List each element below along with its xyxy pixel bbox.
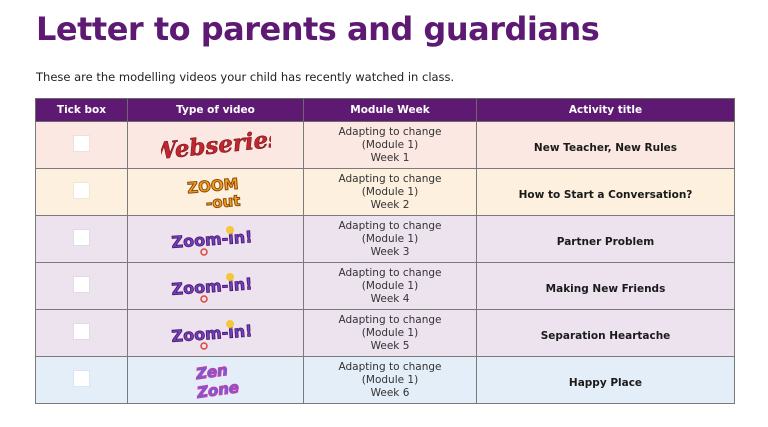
week-label: Week 4 [370,292,410,305]
webseries-logo: Webseries [161,126,271,164]
tick-checkbox[interactable] [74,135,89,151]
activity-cell: Making New Friends [476,262,735,310]
table-row: Zoom-in! Adapting to change (Module 1) W… [35,215,735,263]
activity-cell: How to Start a Conversation? [476,168,735,216]
activity-title: Happy Place [568,376,643,389]
intro-text: These are the modelling videos your chil… [36,70,455,84]
module-number: (Module 1) [361,185,419,198]
activity-title: New Teacher, New Rules [533,141,678,154]
activity-title: How to Start a Conversation? [518,188,693,201]
zoom-in-logo: Zoom-in! [170,273,253,303]
zoom-in-logo: Zoom-in! [170,226,253,256]
tick-cell [35,121,128,169]
tick-checkbox[interactable] [74,182,89,198]
activity-title: Separation Heartache [540,329,671,342]
column-header-type: Type of video [127,98,304,122]
module-number: (Module 1) [361,138,419,151]
table-row: Zoom-in! Adapting to change (Module 1) W… [35,309,735,357]
module-number: (Module 1) [361,232,419,245]
activity-cell: Separation Heartache [476,309,735,357]
module-number: (Module 1) [361,326,419,339]
activity-title: Partner Problem [556,235,655,248]
page-title: Letter to parents and guardians [36,10,600,48]
module-week-cell: Adapting to change (Module 1) Week 4 [303,262,477,310]
activity-cell: Partner Problem [476,215,735,263]
video-type-cell: ZOOM -out [127,168,304,216]
week-label: Week 1 [370,151,410,164]
tick-cell [35,309,128,357]
table-header-row: Tick box Type of video Module Week Activ… [35,98,735,122]
module-number: (Module 1) [361,279,419,292]
tick-cell [35,262,128,310]
video-type-cell: Zoom-in! [127,262,304,310]
table-row: Zoom-in! Adapting to change (Module 1) W… [35,262,735,310]
module-week-cell: Adapting to change (Module 1) Week 5 [303,309,477,357]
tick-checkbox[interactable] [74,229,89,245]
activity-cell: Happy Place [476,356,735,404]
module-week-cell: Adapting to change (Module 1) Week 3 [303,215,477,263]
video-type-cell: Zoom-in! [127,215,304,263]
week-label: Week 6 [370,386,410,399]
module-week-cell: Adapting to change (Module 1) Week 2 [303,168,477,216]
zoom-in-logo: Zoom-in! [170,320,253,350]
videos-table: Tick box Type of video Module Week Activ… [35,98,735,404]
svg-text:Zoom-in!: Zoom-in! [170,321,252,346]
week-label: Week 3 [370,245,410,258]
column-header-tick: Tick box [35,98,128,122]
video-type-cell: Webseries [127,121,304,169]
zen-zone-logo: Zen Zone [193,360,240,401]
module-name: Adapting to change [338,219,442,232]
tick-cell [35,168,128,216]
activity-cell: New Teacher, New Rules [476,121,735,169]
module-number: (Module 1) [361,373,419,386]
tick-cell [35,356,128,404]
module-week-cell: Adapting to change (Module 1) Week 6 [303,356,477,404]
table-row: Webseries Adapting to change (Module 1) … [35,121,735,169]
column-header-activity: Activity title [476,98,735,122]
module-week-cell: Adapting to change (Module 1) Week 1 [303,121,477,169]
module-name: Adapting to change [338,172,442,185]
svg-text:Zoom-in!: Zoom-in! [170,274,252,299]
video-type-cell: Zen Zone [127,356,304,404]
activity-title: Making New Friends [545,282,666,295]
tick-checkbox[interactable] [74,323,89,339]
module-name: Adapting to change [338,125,442,138]
svg-text:Zoom-in!: Zoom-in! [170,227,252,252]
table-row: Zen Zone Adapting to change (Module 1) W… [35,356,735,404]
module-name: Adapting to change [338,313,442,326]
week-label: Week 2 [370,198,410,211]
video-type-cell: Zoom-in! [127,309,304,357]
table-row: ZOOM -out Adapting to change (Module 1) … [35,168,735,216]
module-name: Adapting to change [338,360,442,373]
week-label: Week 5 [370,339,410,352]
tick-checkbox[interactable] [74,276,89,292]
zoom-out-logo: ZOOM -out [186,174,241,211]
svg-text:-out: -out [205,192,241,211]
column-header-module-week: Module Week [303,98,477,122]
module-name: Adapting to change [338,266,442,279]
svg-text:Webseries: Webseries [161,126,271,164]
tick-cell [35,215,128,263]
tick-checkbox[interactable] [74,370,89,386]
